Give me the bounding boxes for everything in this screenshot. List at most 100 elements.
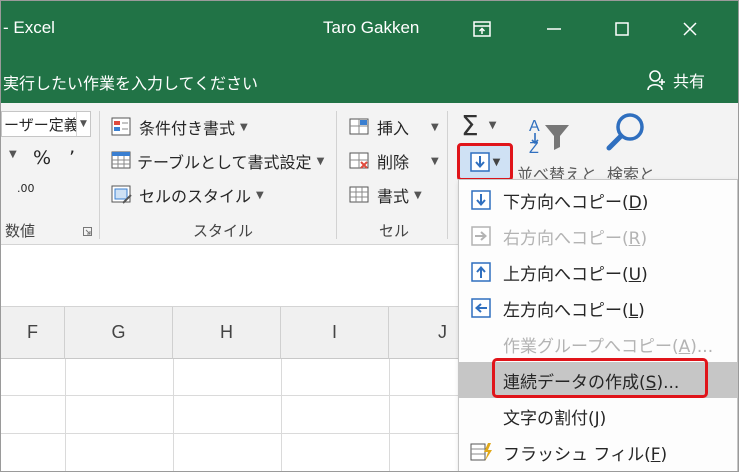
sort-filter-icon-area[interactable]: A Z: [527, 115, 571, 157]
share-label: 共有: [673, 72, 706, 91]
tell-me-bar: 実行したい作業を入力してください 共有: [1, 57, 738, 103]
chevron-down-icon: ▼: [256, 189, 264, 201]
maximize-button[interactable]: [604, 11, 640, 47]
percent-label: %: [33, 147, 52, 169]
find-select-icon-area[interactable]: [604, 111, 648, 155]
column-header-i[interactable]: I: [281, 307, 389, 359]
chevron-down-icon: ▼: [492, 156, 501, 168]
format-label: 書式: [377, 187, 410, 206]
ribbon-display-options-button[interactable]: [464, 11, 500, 47]
delete-label: 削除: [377, 153, 410, 172]
delete-cells-icon: [349, 152, 369, 169]
format-cells-button[interactable]: 書式 ▼: [349, 183, 422, 207]
sigma-icon: Σ: [461, 109, 479, 142]
comma-style-button[interactable]: ’: [69, 147, 75, 169]
group-separator: [447, 111, 448, 239]
column-label: G: [111, 322, 126, 342]
grid-line: [389, 359, 390, 471]
share-button[interactable]: 共有: [647, 68, 705, 92]
percent-style-button[interactable]: %: [33, 147, 51, 169]
currency-format-button[interactable]: ▼: [9, 149, 17, 160]
conditional-formatting-icon: [111, 117, 131, 136]
tell-me-input[interactable]: 実行したい作業を入力してください: [3, 70, 258, 94]
menu-item-label: 下方向へコピー(D): [503, 192, 649, 213]
chevron-down-icon: ▼: [431, 121, 439, 133]
conditional-formatting-button[interactable]: 条件付き書式 ▼: [111, 115, 248, 139]
menu-item-label: フラッシュ フィル(F): [503, 444, 668, 465]
fill-left-icon: [471, 298, 491, 318]
insert-cells-button[interactable]: 挿入 ▼: [349, 115, 439, 139]
menu-item-fill-down[interactable]: 下方向へコピー(D): [459, 182, 738, 218]
menu-item-label: 文字の割付(J): [503, 408, 607, 429]
conditional-formatting-label: 条件付き書式: [139, 119, 236, 138]
chevron-down-icon: ▼: [414, 189, 422, 201]
chevron-down-icon: ▼: [9, 149, 17, 160]
close-icon: [683, 22, 697, 36]
fill-up-icon: [471, 262, 491, 282]
app-title: - Excel: [3, 18, 55, 37]
number-group-label: 数値: [5, 222, 36, 240]
maximize-icon: [615, 22, 629, 36]
flash-fill-icon: [470, 443, 492, 461]
magnifier-icon: [606, 113, 644, 151]
format-as-table-icon: [111, 151, 131, 169]
cells-group-label: セル: [379, 222, 410, 240]
column-header-g[interactable]: G: [65, 307, 173, 359]
menu-item-label: 左方向へコピー(L): [503, 300, 645, 321]
format-as-table-label: テーブルとして書式設定: [137, 153, 312, 172]
menu-item-label: 右方向へコピー(R): [503, 228, 648, 249]
svg-text:A: A: [529, 118, 540, 135]
close-button[interactable]: [672, 11, 708, 47]
column-label: I: [331, 322, 337, 342]
grid-line: [173, 359, 174, 471]
fill-button[interactable]: ▼: [457, 143, 513, 181]
chevron-down-icon: ▼: [316, 155, 325, 167]
menu-item-fill-across-worksheets[interactable]: 作業グループへコピー(A)...: [459, 326, 738, 362]
grid-line: [65, 359, 66, 471]
user-name[interactable]: Taro Gakken: [323, 18, 419, 38]
menu-item-fill-left[interactable]: 左方向へコピー(L): [459, 290, 738, 326]
group-separator: [99, 111, 100, 239]
styles-group-label: スタイル: [193, 222, 254, 240]
minimize-button[interactable]: [536, 11, 572, 47]
sort-filter-icon: A Z: [529, 118, 569, 157]
chevron-down-icon: ▼: [76, 112, 90, 136]
comma-label: ’: [69, 147, 76, 169]
person-add-icon: [647, 70, 665, 91]
menu-item-fill-right[interactable]: 右方向へコピー(R): [459, 218, 738, 254]
number-format-dropdown[interactable]: ーザー定義 ▼: [1, 111, 91, 137]
decrease-decimal-button[interactable]: .00: [17, 183, 35, 194]
ribbon-display-icon: [473, 21, 491, 37]
title-bar: - Excel Taro Gakken: [1, 1, 738, 57]
cell-styles-button[interactable]: セルのスタイル ▼: [111, 183, 264, 207]
decimal-label: .00: [17, 182, 35, 195]
chevron-down-icon: ▼: [488, 120, 497, 131]
menu-item-justify[interactable]: 文字の割付(J): [459, 398, 738, 434]
column-label: H: [220, 322, 233, 342]
fill-menu: 下方向へコピー(D) 右方向へコピー(R) 上方向へコピー(U) 左方向へコピー…: [458, 179, 738, 471]
series-highlight-annotation: [492, 358, 708, 398]
menu-item-label: 作業グループへコピー(A)...: [503, 336, 714, 357]
chevron-down-icon: ▼: [431, 155, 439, 167]
cell-styles-label: セルのスタイル: [139, 187, 252, 206]
menu-item-fill-up[interactable]: 上方向へコピー(U): [459, 254, 738, 290]
excel-window: - Excel Taro Gakken 実行したい作業を入力してください 共有 …: [0, 0, 739, 472]
menu-item-flash-fill[interactable]: フラッシュ フィル(F): [459, 434, 738, 470]
grid-line: [281, 359, 282, 471]
cell-styles-icon: [111, 185, 132, 204]
minimize-icon: [547, 28, 561, 30]
chevron-down-icon: ▼: [240, 121, 248, 133]
group-separator: [336, 111, 337, 239]
fill-down-icon: [471, 190, 491, 210]
column-header-h[interactable]: H: [173, 307, 281, 359]
fill-right-icon: [471, 226, 491, 246]
column-label: F: [27, 322, 38, 342]
format-as-table-button[interactable]: テーブルとして書式設定 ▼: [111, 149, 324, 173]
menu-item-label: 上方向へコピー(U): [503, 264, 648, 285]
dialog-launcher-icon[interactable]: [83, 227, 92, 236]
insert-cells-icon: [349, 118, 369, 135]
delete-cells-button[interactable]: 削除 ▼: [349, 149, 439, 173]
column-label: J: [438, 322, 447, 342]
autosum-button[interactable]: Σ ▼: [461, 109, 496, 142]
column-header-f[interactable]: F: [1, 307, 65, 359]
